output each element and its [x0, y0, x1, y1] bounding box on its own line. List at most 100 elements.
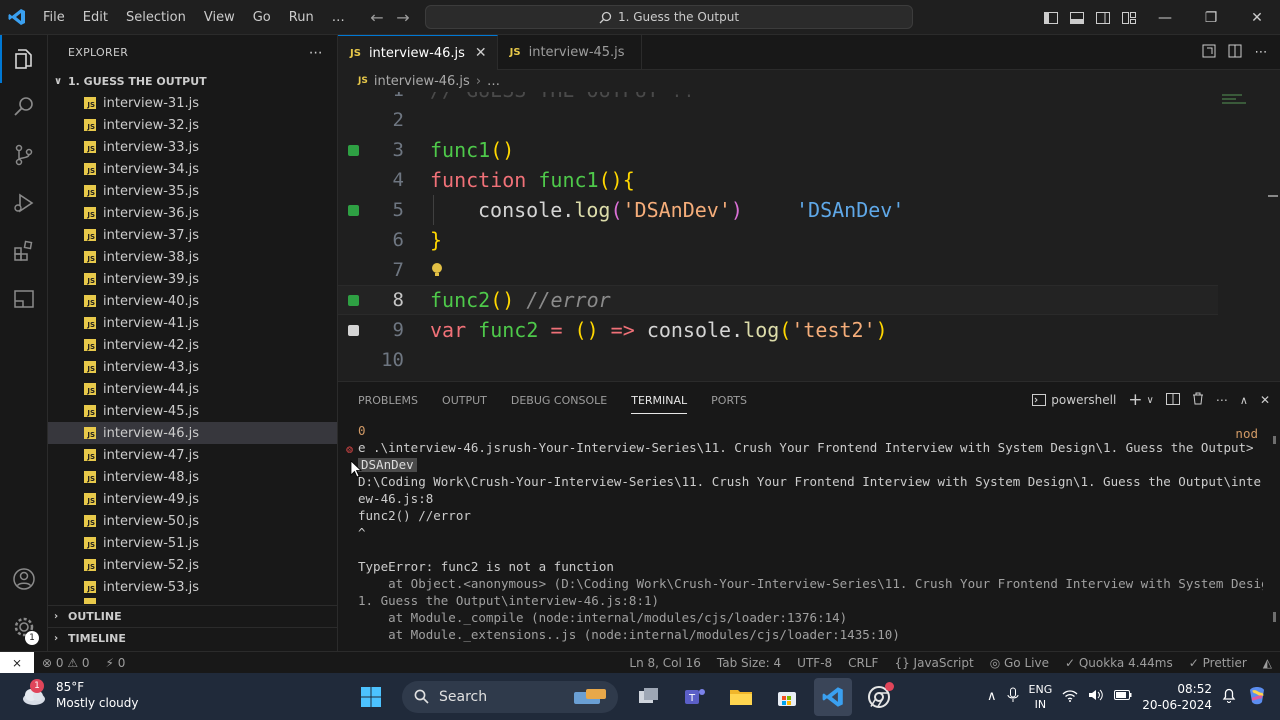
forward-arrow-icon[interactable]: → [390, 8, 416, 27]
search-view-icon[interactable] [0, 83, 48, 131]
minimize-icon[interactable]: — [1142, 0, 1188, 35]
close-panel-icon[interactable]: ✕ [1260, 393, 1270, 407]
tab-terminal[interactable]: TERMINAL [631, 394, 688, 414]
breadcrumb-file[interactable]: interview-46.js [374, 74, 470, 89]
tab-interview-46[interactable]: JS interview-46.js ✕ [338, 35, 498, 70]
restore-icon[interactable]: ❐ [1188, 0, 1234, 35]
menu-more[interactable]: … [323, 0, 354, 35]
open-changes-icon[interactable] [1198, 44, 1220, 62]
prettier-status[interactable]: ✓ Prettier [1181, 656, 1255, 670]
toggle-primary-sidebar-icon[interactable] [1038, 0, 1064, 35]
extensions-icon[interactable] [0, 227, 48, 275]
close-window-icon[interactable]: ✕ [1234, 0, 1280, 35]
toggle-secondary-sidebar-icon[interactable] [1090, 0, 1116, 35]
chrome-icon[interactable] [860, 678, 898, 716]
volume-icon[interactable] [1088, 688, 1104, 705]
minimap[interactable] [1220, 92, 1268, 132]
menu-edit[interactable]: Edit [74, 0, 117, 35]
terminal-scrollbar[interactable] [1273, 422, 1276, 652]
file-item-interview-45[interactable]: JS interview-45.js [48, 400, 337, 422]
maximize-panel-icon[interactable]: ∧ [1240, 394, 1248, 407]
manage-gear-icon[interactable]: 1 [0, 603, 48, 651]
tab-debug-console[interactable]: DEBUG CONSOLE [511, 394, 607, 407]
file-item-interview-39[interactable]: JS interview-39.js [48, 268, 337, 290]
encoding[interactable]: UTF-8 [789, 656, 840, 670]
menu-view[interactable]: View [195, 0, 244, 35]
input-language[interactable]: ENG IN [1029, 682, 1053, 712]
timeline-section[interactable]: › TIMELINE [48, 627, 337, 649]
breadcrumb-more[interactable]: … [487, 74, 500, 89]
split-terminal-icon[interactable] [1165, 392, 1180, 408]
lightbulb-icon[interactable] [431, 259, 443, 283]
file-item-interview-43[interactable]: JS interview-43.js [48, 356, 337, 378]
file-item-interview-42[interactable]: JS interview-42.js [48, 334, 337, 356]
file-item-interview-48[interactable]: JS interview-48.js [48, 466, 337, 488]
file-item-interview-34[interactable]: JS interview-34.js [48, 158, 337, 180]
trash-icon[interactable] [1192, 392, 1204, 408]
weather-widget[interactable]: 1 85°F Mostly cloudy [20, 679, 139, 711]
taskbar-search[interactable]: Search [402, 680, 618, 713]
source-control-icon[interactable] [0, 131, 48, 179]
toggle-panel-icon[interactable] [1064, 0, 1090, 35]
menu-go[interactable]: Go [244, 0, 280, 35]
code-editor[interactable]: 1 // GUESS THE OUTPUT !! 2 3 func1() 4 f… [338, 92, 1280, 381]
run-debug-icon[interactable] [0, 179, 48, 227]
file-item-interview-52[interactable]: JS interview-52.js [48, 554, 337, 576]
battery-icon[interactable] [1114, 689, 1132, 704]
chevron-down-icon[interactable]: ∨ [1147, 395, 1154, 406]
tray-chevron-up-icon[interactable]: ∧ [987, 689, 997, 704]
explorer-icon[interactable] [0, 35, 48, 83]
remote-indicator-icon[interactable]: ⨯ [0, 651, 34, 674]
terminal-profile[interactable]: powershell [1032, 393, 1116, 407]
vscode-taskbar-icon[interactable] [814, 677, 852, 716]
tab-interview-45[interactable]: JS interview-45.js [498, 35, 642, 70]
file-item-interview-32[interactable]: JS interview-32.js [48, 114, 337, 136]
language-mode[interactable]: {} JavaScript [886, 656, 981, 670]
file-item-interview-41[interactable]: JS interview-41.js [48, 312, 337, 334]
notification-bell-icon[interactable] [1222, 687, 1236, 706]
file-item-interview-31[interactable]: JS interview-31.js [48, 92, 337, 114]
file-item-interview-38[interactable]: JS interview-38.js [48, 246, 337, 268]
task-view-icon[interactable] [630, 678, 668, 716]
file-explorer-icon[interactable] [722, 678, 760, 716]
microsoft-store-icon[interactable] [768, 678, 806, 716]
copilot-icon[interactable] [1246, 684, 1268, 709]
notifications-bell-icon[interactable]: ◭ [1255, 656, 1280, 670]
start-windows-icon[interactable] [352, 678, 390, 716]
outline-section[interactable]: › OUTLINE [48, 605, 337, 627]
problems-status[interactable]: ⊗ 0 ⚠ 0 [34, 656, 98, 670]
tab-output[interactable]: OUTPUT [442, 394, 487, 407]
tab-ports[interactable]: PORTS [711, 394, 747, 407]
file-item-interview-33[interactable]: JS interview-33.js [48, 136, 337, 158]
cursor-position[interactable]: Ln 8, Col 16 [621, 656, 709, 670]
file-item-interview-35[interactable]: JS interview-35.js [48, 180, 337, 202]
wifi-icon[interactable] [1062, 689, 1078, 705]
file-item-interview-53[interactable]: JS interview-53.js [48, 576, 337, 598]
file-item-interview-50[interactable]: JS interview-50.js [48, 510, 337, 532]
ports-status[interactable]: ⚡ 0 [98, 656, 134, 670]
menu-file[interactable]: File [34, 0, 74, 35]
file-item-interview-36[interactable]: JS interview-36.js [48, 202, 337, 224]
explorer-more-icon[interactable]: ⋯ [309, 45, 323, 61]
file-item-interview-51[interactable]: JS interview-51.js [48, 532, 337, 554]
file-item-interview-46[interactable]: JS interview-46.js [48, 422, 337, 444]
customize-layout-icon[interactable] [1116, 0, 1142, 35]
clock[interactable]: 08:52 20-06-2024 [1142, 681, 1212, 713]
tab-size[interactable]: Tab Size: 4 [709, 656, 789, 670]
command-center-search[interactable]: 1. Guess the Output [425, 5, 913, 29]
terminal-output[interactable]: 0 e .\interview-46.jsrush-Your-Interview… [358, 422, 1263, 652]
file-item-interview-40[interactable]: JS interview-40.js [48, 290, 337, 312]
new-terminal-icon[interactable]: + [1128, 390, 1142, 410]
panel-more-icon[interactable]: ⋯ [1216, 393, 1228, 407]
file-item-interview-47[interactable]: JS interview-47.js [48, 444, 337, 466]
close-tab-icon[interactable]: ✕ [475, 45, 487, 61]
go-live[interactable]: ◎ Go Live [982, 656, 1057, 670]
remote-explorer-icon[interactable] [0, 275, 48, 323]
split-editor-icon[interactable] [1224, 44, 1246, 62]
back-arrow-icon[interactable]: ← [364, 8, 390, 27]
editor-more-icon[interactable]: ⋯ [1250, 45, 1272, 60]
folder-row[interactable]: ∨ 1. GUESS THE OUTPUT [48, 70, 337, 92]
eol[interactable]: CRLF [840, 656, 886, 670]
microphone-icon[interactable] [1007, 687, 1019, 706]
teams-icon[interactable]: T [676, 678, 714, 716]
